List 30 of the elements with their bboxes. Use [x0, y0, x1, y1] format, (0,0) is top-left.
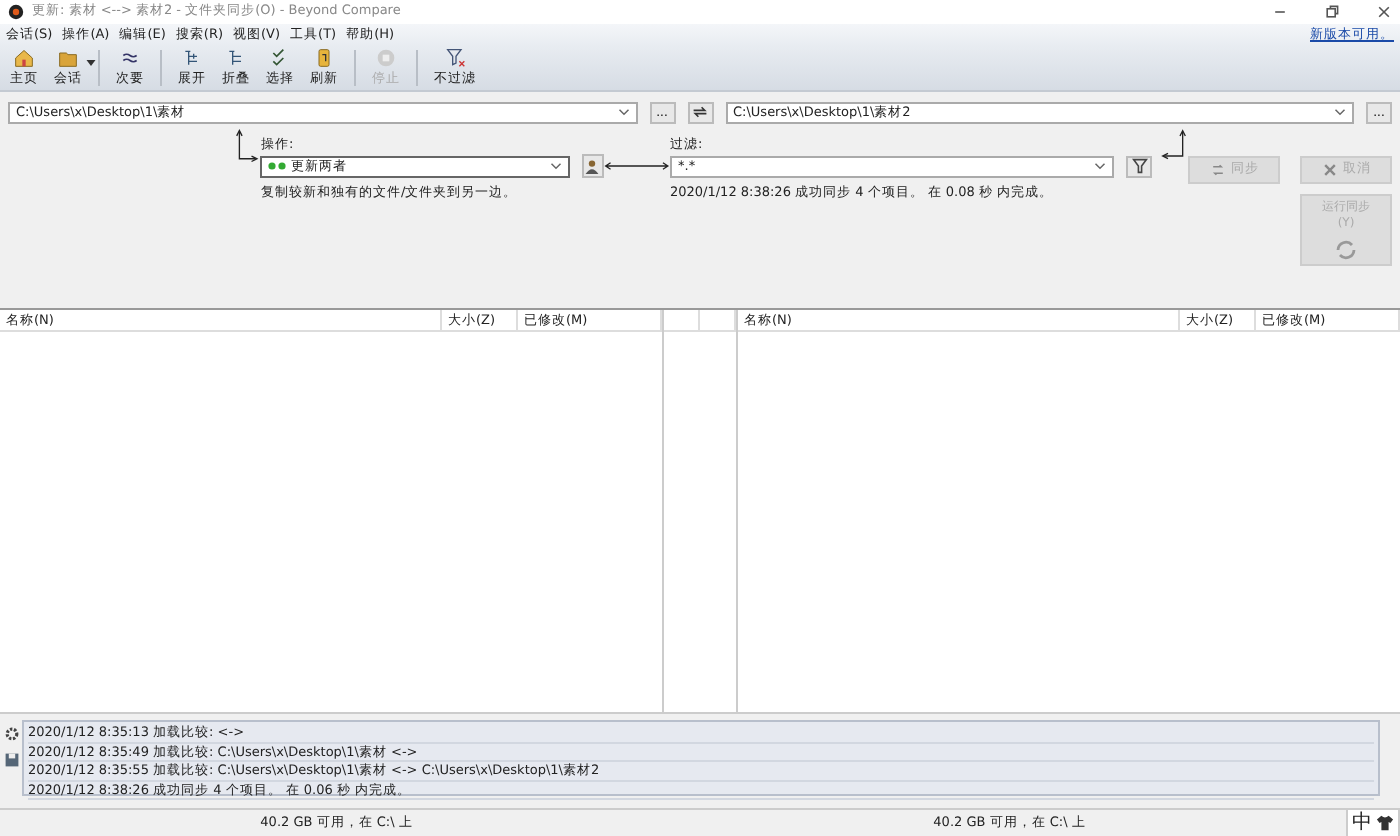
chevron-icon[interactable]: [549, 162, 562, 171]
two-dots-icon: [268, 160, 287, 173]
checkmark-icon: [270, 47, 290, 68]
app-logo-icon: [8, 3, 24, 20]
settings-icon[interactable]: [3, 726, 19, 743]
home-icon: [14, 47, 34, 68]
expand-tree-icon: [182, 47, 202, 68]
chevron-icon[interactable]: [617, 108, 629, 117]
filter-button[interactable]: [1126, 155, 1152, 178]
restore-icon[interactable]: [1324, 3, 1340, 20]
filter-icon: [445, 47, 465, 68]
collapse-tree-icon: [226, 47, 246, 68]
caret-icon[interactable]: [86, 60, 96, 67]
wave-icon: [120, 47, 140, 68]
document-icon: [314, 47, 334, 68]
double-arrow: [604, 159, 670, 172]
chevron-icon[interactable]: [1094, 162, 1106, 171]
arrows-icon: [1209, 161, 1225, 178]
shirt-icon[interactable]: [1376, 814, 1394, 832]
filter-icon: [1131, 158, 1147, 175]
swap-button[interactable]: [687, 101, 713, 124]
folder-icon: [58, 47, 78, 68]
close-icon[interactable]: [1376, 3, 1392, 20]
refresh-icon: [1334, 237, 1358, 262]
swap-icon: [692, 104, 708, 121]
close-icon: [1321, 161, 1337, 178]
chevron-icon[interactable]: [1334, 108, 1346, 117]
save-icon[interactable]: [3, 752, 19, 769]
person-icon: [584, 157, 601, 174]
user-button[interactable]: [581, 153, 605, 178]
